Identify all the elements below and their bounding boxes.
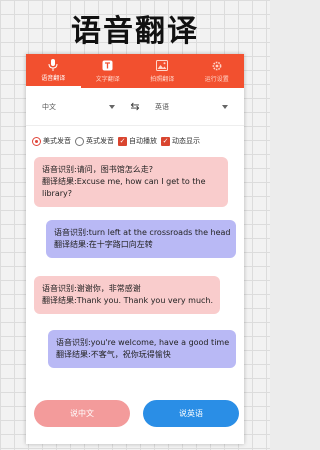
- options-row: 美式发音 英式发音 ✓ 自动播放 ✓ 动态显示: [26, 126, 244, 156]
- radio-selected: [32, 136, 41, 146]
- target-language-label: 英语: [155, 102, 169, 111]
- recognition-text: 语音识别:turn left at the crossroads the hea…: [54, 228, 231, 237]
- recognition-text: 语音识别:请问，图书馆怎么走?: [42, 165, 153, 174]
- phone-screen: 语音翻译 文字翻译 拍照翻译 运行设置 中文 ⇆ 英语 美式发音 英式发音 ✓ …: [26, 54, 244, 444]
- speak-chinese-button[interactable]: 说中文: [34, 400, 130, 427]
- tab-label: 运行设置: [204, 75, 229, 83]
- tab-label: 拍照翻译: [150, 75, 175, 83]
- tab-bar: 语音翻译 文字翻译 拍照翻译 运行设置: [26, 54, 244, 88]
- tab-text-translate[interactable]: 文字翻译: [81, 54, 136, 88]
- message-bubble: 语音识别:you're welcome, have a good time 翻译…: [48, 330, 236, 368]
- translation-text: 翻译结果:Thank you. Thank you very much.: [42, 296, 214, 305]
- recognition-text: 语音识别:you're welcome, have a good time: [56, 338, 230, 347]
- option-label: 自动播放: [129, 137, 157, 145]
- dropdown-arrow-icon: [222, 104, 228, 109]
- text-icon: [102, 60, 114, 72]
- source-language-label: 中文: [42, 102, 56, 111]
- checkmark-icon: ✓: [118, 136, 127, 146]
- autoplay-checkbox[interactable]: ✓ 自动播放: [118, 136, 157, 146]
- dropdown-arrow-icon: [109, 104, 115, 109]
- option-label: 英式发音: [86, 137, 114, 145]
- translation-text: 翻译结果:Excuse me, how can I get to the: [42, 177, 206, 186]
- message-bubble: 语音识别:turn left at the crossroads the hea…: [46, 220, 236, 258]
- us-pronunciation-radio[interactable]: 美式发音: [32, 136, 71, 146]
- option-label: 美式发音: [43, 137, 71, 145]
- tab-voice-translate[interactable]: 语音翻译: [26, 54, 81, 88]
- language-row: 中文 ⇆ 英语: [26, 88, 244, 126]
- image-icon: [156, 60, 169, 72]
- swap-icon[interactable]: ⇆: [125, 100, 145, 113]
- source-language-select[interactable]: 中文: [32, 102, 125, 112]
- radio-unselected: [75, 136, 84, 146]
- checkmark-icon: ✓: [161, 136, 170, 146]
- speak-english-button[interactable]: 说英语: [143, 400, 239, 427]
- translation-text: 翻译结果:在十字路口向左转: [54, 240, 153, 249]
- recognition-text: 语音识别:谢谢你，非常感谢: [42, 284, 141, 293]
- tab-label: 语音翻译: [41, 74, 66, 82]
- uk-pronunciation-radio[interactable]: 英式发音: [75, 136, 114, 146]
- gear-icon: [211, 60, 223, 72]
- dynamic-display-checkbox[interactable]: ✓ 动态显示: [161, 136, 200, 146]
- tab-settings[interactable]: 运行设置: [190, 54, 245, 88]
- tab-label: 文字翻译: [95, 75, 120, 83]
- target-language-select[interactable]: 英语: [145, 102, 238, 112]
- message-bubble: 语音识别:谢谢你，非常感谢 翻译结果:Thank you. Thank you …: [34, 276, 220, 314]
- option-label: 动态显示: [172, 137, 200, 145]
- tab-photo-translate[interactable]: 拍照翻译: [135, 54, 190, 88]
- message-bubble: 语音识别:请问，图书馆怎么走? 翻译结果:Excuse me, how can …: [34, 157, 228, 207]
- headline: 语音翻译: [71, 14, 199, 49]
- microphone-icon: [47, 58, 59, 71]
- translation-text: 翻译结果:不客气，祝你玩得愉快: [56, 350, 171, 359]
- translation-text-cont: library?: [42, 189, 72, 198]
